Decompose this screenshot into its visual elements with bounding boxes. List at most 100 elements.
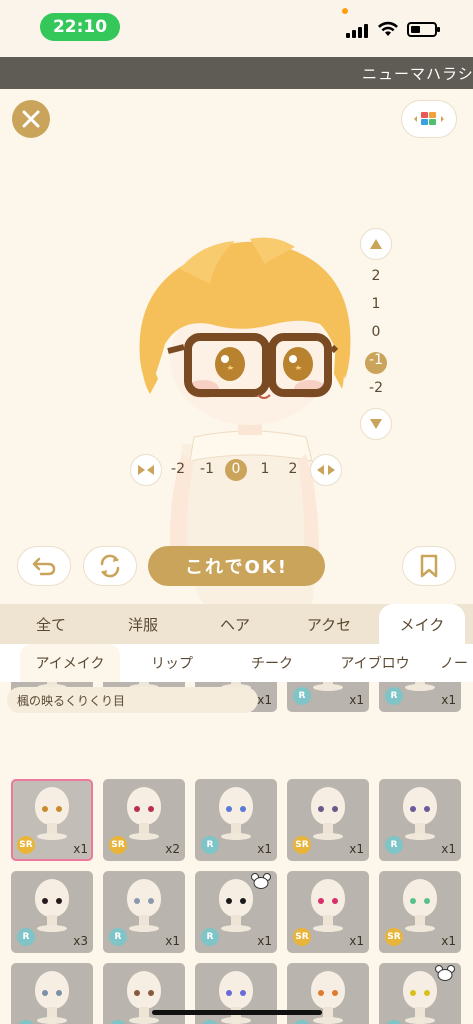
mannequin-head: [403, 879, 437, 917]
eye-preview-right: [148, 898, 154, 904]
tab-clothes[interactable]: 洋服: [100, 604, 186, 644]
horizontal-value-2[interactable]: 2: [283, 461, 303, 477]
eye-preview-left: [318, 806, 324, 812]
eye-preview-left: [42, 898, 48, 904]
item-count: x1: [441, 842, 456, 856]
tab-accessory[interactable]: アクセ: [286, 604, 372, 644]
mannequin-head: [219, 971, 253, 1009]
eye-preview-right: [56, 990, 62, 996]
tab-hair[interactable]: ヘア: [192, 604, 278, 644]
mannequin-head: [311, 787, 345, 825]
eye-preview-left: [226, 806, 232, 812]
mannequin-head: [311, 971, 345, 1009]
eye-preview-left: [226, 990, 232, 996]
status-bar: 22:10: [0, 0, 473, 56]
item-count: x1: [165, 934, 180, 948]
category-tabs: 全て 洋服 ヘア アクセ メイク: [0, 604, 473, 644]
eye-makeup-item[interactable]: Rx3: [11, 871, 93, 953]
mannequin-head: [219, 879, 253, 917]
eye-preview-right: [332, 990, 338, 996]
tab-lip[interactable]: リップ: [130, 644, 214, 682]
rarity-badge: R: [109, 928, 127, 946]
eye-makeup-item[interactable]: SR x1: [11, 779, 93, 861]
tab-cheek[interactable]: チーク: [230, 644, 314, 682]
vertical-value-2[interactable]: 2: [360, 268, 392, 284]
eye-preview-left: [410, 990, 416, 996]
confirm-button[interactable]: これでOK!: [148, 546, 325, 586]
color-palette-button[interactable]: [401, 100, 457, 138]
mannequin-base: [405, 1017, 435, 1024]
rarity-badge: R: [385, 836, 403, 854]
eye-preview-left: [318, 990, 324, 996]
rarity-badge: R: [385, 1020, 403, 1024]
widen-button[interactable]: [310, 454, 342, 486]
tab-eye-makeup[interactable]: アイメイク: [20, 644, 120, 682]
battery-icon: [407, 22, 440, 37]
clock: 22:10: [40, 13, 120, 41]
horizontal-value-0[interactable]: 0: [226, 461, 246, 477]
horizontal-spacing-control: -2 -1 0 1 2: [130, 454, 342, 486]
mannequin-base: [37, 1017, 67, 1024]
item-count: x2: [165, 842, 180, 856]
mannequin-head: [219, 787, 253, 825]
rarity-badge: R: [17, 1020, 35, 1024]
eye-makeup-item[interactable]: Rx1: [195, 779, 277, 861]
eye-makeup-item[interactable]: R: [379, 963, 461, 1024]
eye-makeup-item[interactable]: SR x1: [287, 779, 369, 861]
item-count: x1: [349, 842, 364, 856]
rarity-badge: R: [201, 1020, 219, 1024]
vertical-value-0[interactable]: 0: [360, 324, 392, 340]
mannequin-base: [37, 833, 67, 840]
arrows-outward-icon: [317, 465, 335, 475]
item-grid: SRx1SRx1SRx1Rx1Rx1SRx1SRx2Rx1SRx1Rx1Rx3R…: [0, 682, 473, 1024]
horizontal-value-minus1[interactable]: -1: [197, 461, 217, 477]
eye-makeup-item[interactable]: SR x2: [103, 779, 185, 861]
eye-makeup-item[interactable]: Rx1: [379, 779, 461, 861]
mannequin-base: [405, 925, 435, 932]
ticker-text: ニューマハラシ: [362, 64, 473, 83]
eye-makeup-item[interactable]: R: [11, 963, 93, 1024]
move-up-button[interactable]: [360, 228, 392, 260]
eye-preview-left: [318, 898, 324, 904]
bookmark-button[interactable]: [402, 546, 456, 586]
home-indicator: [152, 1010, 322, 1015]
sub-category-tabs: アイメイク リップ チーク アイブロウ ノー: [0, 644, 473, 682]
horizontal-value-minus2[interactable]: -2: [168, 461, 188, 477]
mannequin-base: [405, 684, 435, 691]
item-count: x3: [73, 934, 88, 948]
eye-makeup-item[interactable]: Rx1: [195, 871, 277, 953]
horizontal-value-1[interactable]: 1: [255, 461, 275, 477]
eye-makeup-item[interactable]: SR x1: [379, 871, 461, 953]
close-icon: [22, 110, 40, 128]
item-count: x1: [349, 934, 364, 948]
triangle-down-icon: [370, 419, 382, 429]
eye-makeup-item[interactable]: SR x1: [287, 871, 369, 953]
mannequin-head: [35, 879, 69, 917]
cellular-signal-icon: [346, 24, 368, 38]
close-button[interactable]: [12, 100, 50, 138]
eye-makeup-item[interactable]: Rx1: [379, 682, 461, 712]
undo-button[interactable]: [17, 546, 71, 586]
move-down-button[interactable]: [360, 408, 392, 440]
eye-makeup-item[interactable]: Rx1: [287, 682, 369, 712]
vertical-value-minus1[interactable]: -1: [360, 352, 392, 368]
tab-eyebrow[interactable]: アイブロウ: [330, 644, 420, 682]
narrow-button[interactable]: [130, 454, 162, 486]
vertical-value-1[interactable]: 1: [360, 296, 392, 312]
rarity-badge: R: [293, 1020, 311, 1024]
eye-makeup-item[interactable]: Rx1: [103, 871, 185, 953]
rarity-badge: SR: [109, 836, 127, 854]
eye-preview-left: [134, 990, 140, 996]
eye-preview-right: [240, 990, 246, 996]
item-count: x1: [349, 693, 364, 707]
tab-no[interactable]: ノー: [440, 644, 473, 682]
tab-makeup[interactable]: メイク: [379, 604, 465, 644]
mannequin-base: [129, 925, 159, 932]
mannequin-head: [403, 787, 437, 825]
eye-preview-right: [148, 806, 154, 812]
item-count: x1: [73, 842, 88, 856]
reset-button[interactable]: [83, 546, 137, 586]
vertical-value-minus2[interactable]: -2: [360, 380, 392, 396]
eye-preview-left: [410, 898, 416, 904]
tab-all[interactable]: 全て: [8, 604, 94, 644]
